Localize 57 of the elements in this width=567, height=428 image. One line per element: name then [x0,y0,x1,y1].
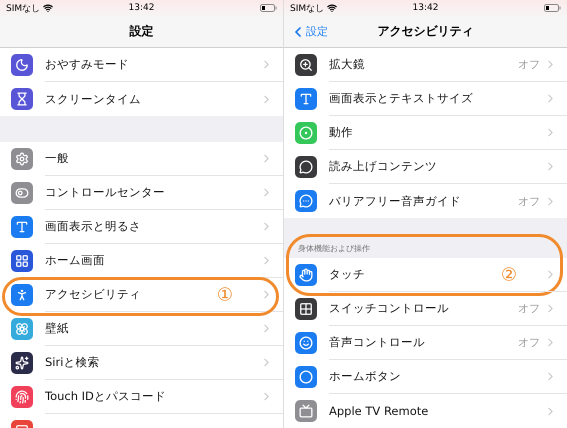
row-label: バリアフリー音声ガイド [329,194,461,208]
settings-row[interactable]: 画面表示とテキストサイズ [284,82,567,116]
row-label: 拡大鏡 [329,57,365,72]
row-label: コントロールセンター [45,185,165,200]
settings-row[interactable]: スイッチコントロール オフ [284,292,567,326]
clock-time: 13:42 [128,3,154,13]
row-label: 画面表示とテキストサイズ [329,91,473,106]
row-label: おやすみモード [45,57,129,72]
settings-row[interactable]: 音声コントロール オフ [284,326,567,360]
settings-row[interactable]: ホーム画面 [0,244,283,278]
row-label: Siriと検索 [45,355,100,370]
settings-row[interactable]: Apple TV Remote [284,394,567,428]
settings-row[interactable]: 画面表示と明るさ [0,210,283,244]
settings-row[interactable]: バリアフリー音声ガイド オフ [284,184,567,218]
settings-row[interactable]: 一般 [0,142,283,176]
settings-row[interactable]: 読み上げコンテンツ [284,150,567,184]
settings-row[interactable]: コントロールセンター [0,176,283,210]
section-header: 身体機能および操作 [298,243,370,254]
back-link[interactable]: 設定 [290,24,378,40]
row-label: スイッチコントロール [329,301,449,316]
callout-number: ① [216,284,233,306]
settings-row[interactable]: Siriと検索 [0,346,283,380]
settings-row[interactable]: アクセシビリティ ① [0,278,283,312]
row-label: アクセシビリティ [45,287,141,302]
settings-row[interactable]: Touch IDとパスコード [0,380,283,414]
carrier-text: SIMなし [290,2,324,14]
row-label: ホームボタン [329,369,401,384]
battery-icon [260,4,277,12]
screen-title: 設定 [130,23,154,40]
settings-row[interactable]: おやすみモード [0,48,283,82]
row-value: オフ [518,57,540,72]
row-value: オフ [518,301,540,316]
settings-row[interactable]: 拡大鏡 オフ [284,48,567,82]
row-label: スクリーンタイム [45,92,141,106]
settings-row[interactable]: スクリーンタイム [0,82,283,116]
row-label: 一般 [45,151,69,166]
wifi-icon [327,3,338,13]
row-value: オフ [518,335,540,350]
row-label: タッチ [329,267,365,282]
clock-time: 13:42 [412,3,438,13]
wifi-icon [43,3,54,13]
row-label: 壁紙 [45,321,69,336]
row-value: オフ [518,194,540,208]
settings-row[interactable]: 壁紙 [0,312,283,346]
row-label: 読み上げコンテンツ [329,159,437,174]
row-label: Touch IDとパスコード [45,389,166,404]
row-label: ホーム画面 [45,253,105,268]
row-label: Apple TV Remote [329,404,428,418]
screen-title: アクセシビリティ [378,23,474,40]
settings-row[interactable]: ホームボタン [284,360,567,394]
row-label: 画面表示と明るさ [45,219,141,234]
carrier-text: SIMなし [6,2,40,14]
callout-number: ② [500,264,517,286]
battery-icon [544,4,561,12]
row-label: 動作 [329,125,353,140]
row-label: 音声コントロール [329,335,425,350]
settings-row[interactable]: 動作 [284,116,567,150]
